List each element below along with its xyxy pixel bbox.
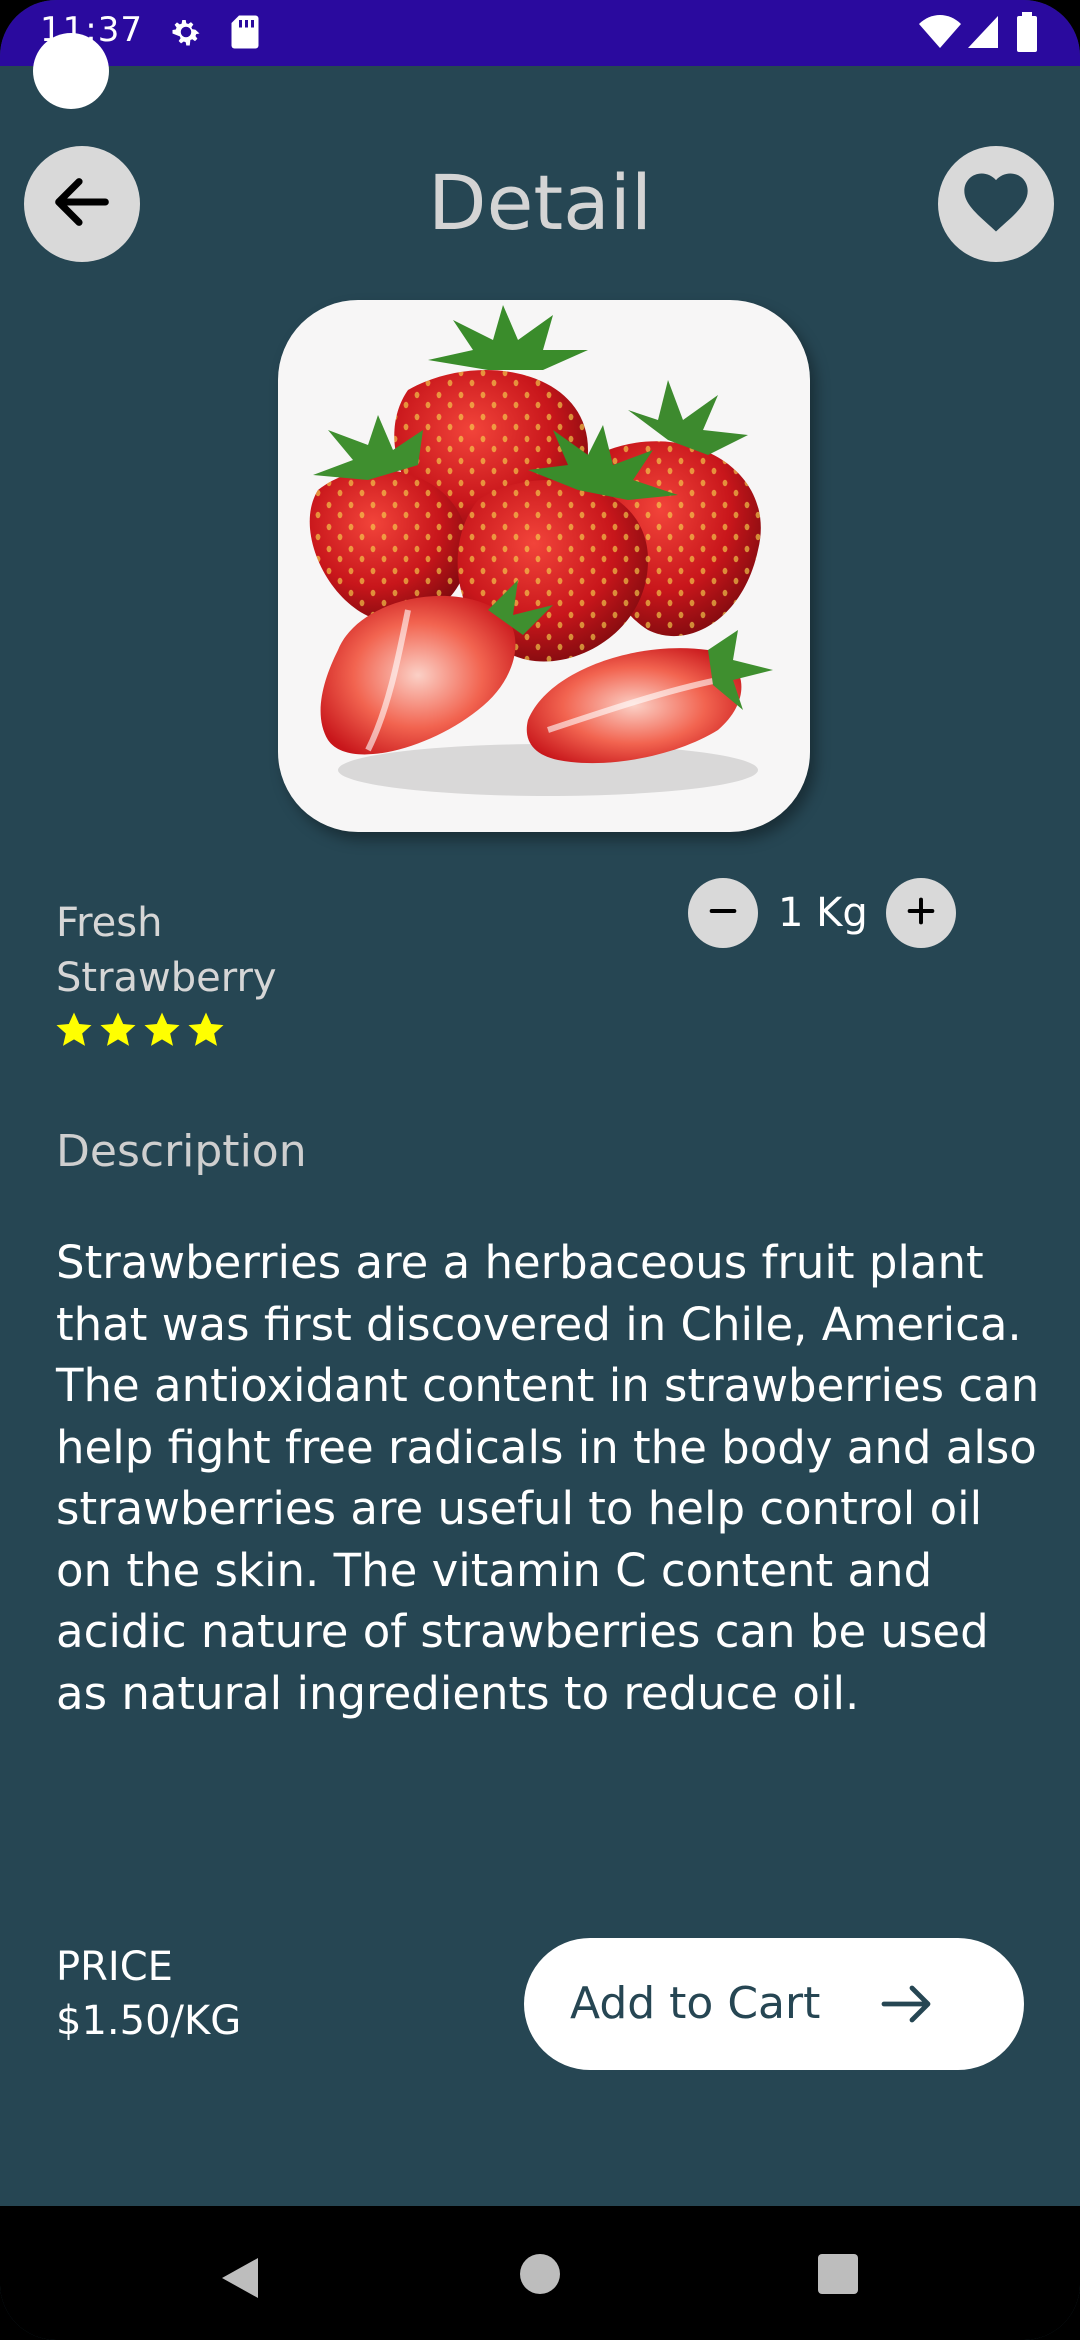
home-nav-icon[interactable] xyxy=(520,2254,560,2298)
increase-button[interactable] xyxy=(885,878,956,948)
star-icon xyxy=(188,1012,224,1046)
signal-icon xyxy=(966,14,1000,54)
add-to-cart-label: Add to Cart xyxy=(570,1978,821,2029)
star-icon xyxy=(56,1012,92,1046)
price-value: $1.50/KG xyxy=(56,1998,242,2044)
status-bar: 11:37 xyxy=(0,0,1080,66)
quantity-value: 1 Kg xyxy=(778,890,868,936)
favorite-button[interactable] xyxy=(938,146,1054,262)
minus-icon xyxy=(706,894,740,932)
arrow-right-icon xyxy=(880,1978,936,2034)
product-name: Fresh Strawberry xyxy=(56,896,416,1006)
product-image xyxy=(278,300,810,832)
product-name-line1: Fresh xyxy=(56,900,163,946)
decrease-button[interactable] xyxy=(688,878,758,948)
star-icon xyxy=(144,1012,180,1046)
strawberries-image xyxy=(309,305,773,796)
price-label: PRICE xyxy=(56,1944,173,1990)
plus-icon xyxy=(904,894,938,932)
description-heading: Description xyxy=(56,1126,307,1177)
detail-screen: 11:37 Detail Fresh Strawberry 1 Kg Descr… xyxy=(0,0,1080,2340)
system-nav-bar xyxy=(0,2206,1080,2340)
quantity-stepper: 1 Kg xyxy=(688,878,956,948)
rating-stars xyxy=(54,1010,226,1050)
description-text: Strawberries are a herbaceous fruit plan… xyxy=(56,1236,1040,1720)
heart-icon xyxy=(958,164,1034,244)
product-name-line2: Strawberry xyxy=(56,955,277,1001)
page-title: Detail xyxy=(428,158,652,247)
add-to-cart-button[interactable]: Add to Cart xyxy=(524,1938,1024,2070)
battery-icon xyxy=(1016,12,1038,56)
camera-cutout xyxy=(33,33,109,109)
back-nav-icon[interactable] xyxy=(218,2254,262,2306)
settings-icon xyxy=(168,14,204,54)
wifi-icon xyxy=(918,14,962,54)
recents-nav-icon[interactable] xyxy=(818,2254,858,2298)
sd-card-icon xyxy=(230,14,260,54)
star-icon xyxy=(100,1012,136,1046)
